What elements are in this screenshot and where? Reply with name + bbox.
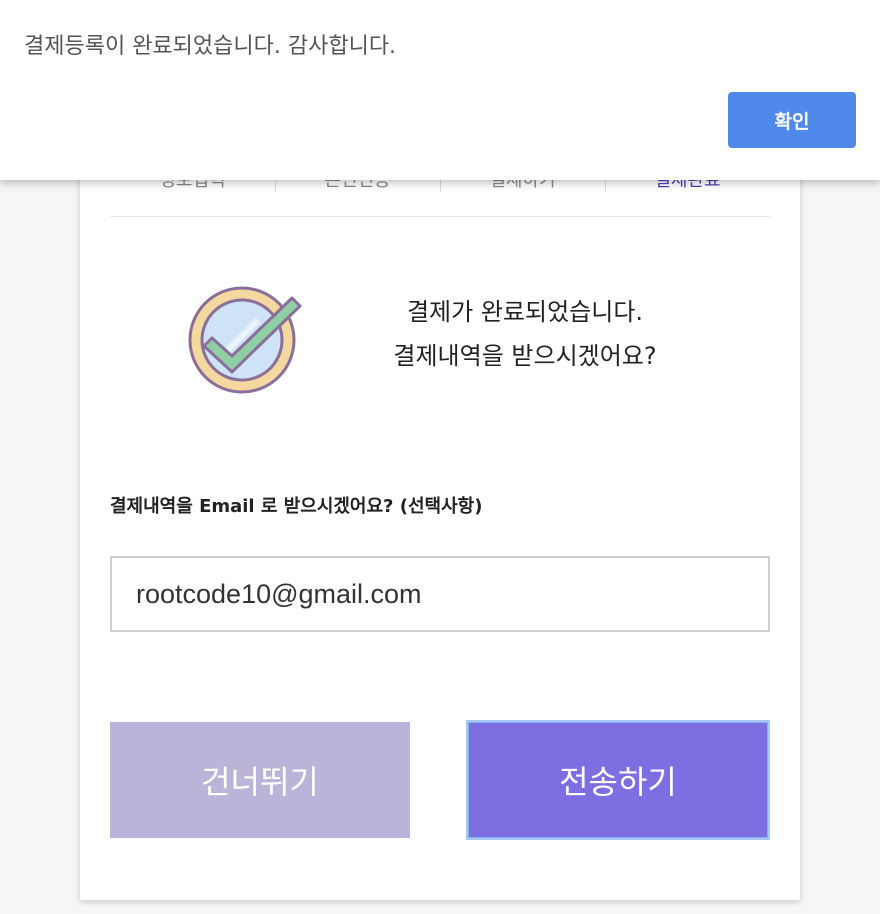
alert-dialog: 결제등록이 완료되었습니다. 감사합니다. 확인: [0, 0, 880, 180]
send-button[interactable]: 전송하기: [466, 720, 770, 840]
success-line-1: 결제가 완료되었습니다.: [406, 298, 644, 326]
check-circle-icon: [188, 286, 302, 394]
skip-button[interactable]: 건너뛰기: [110, 722, 410, 838]
alert-message: 결제등록이 완료되었습니다. 감사합니다.: [24, 34, 397, 59]
success-message: 결제가 완료되었습니다. 결제내역을 받으시겠어요?: [360, 290, 690, 378]
email-input[interactable]: [110, 556, 770, 632]
payment-card: 정보입력 본인인증 결제하기 결제완료 결제가 완료되었습니다. 결제내역을 받…: [80, 120, 800, 900]
success-section: 결제가 완료되었습니다. 결제내역을 받으시겠어요?: [80, 280, 800, 400]
page: 정보입력 본인인증 결제하기 결제완료 결제가 완료되었습니다. 결제내역을 받…: [0, 0, 880, 914]
email-label: 결제내역을 Email 로 받으시겠어요? (선택사항): [110, 496, 483, 517]
success-line-2: 결제내역을 받으시겠어요?: [393, 342, 657, 370]
alert-ok-button[interactable]: 확인: [728, 92, 856, 148]
